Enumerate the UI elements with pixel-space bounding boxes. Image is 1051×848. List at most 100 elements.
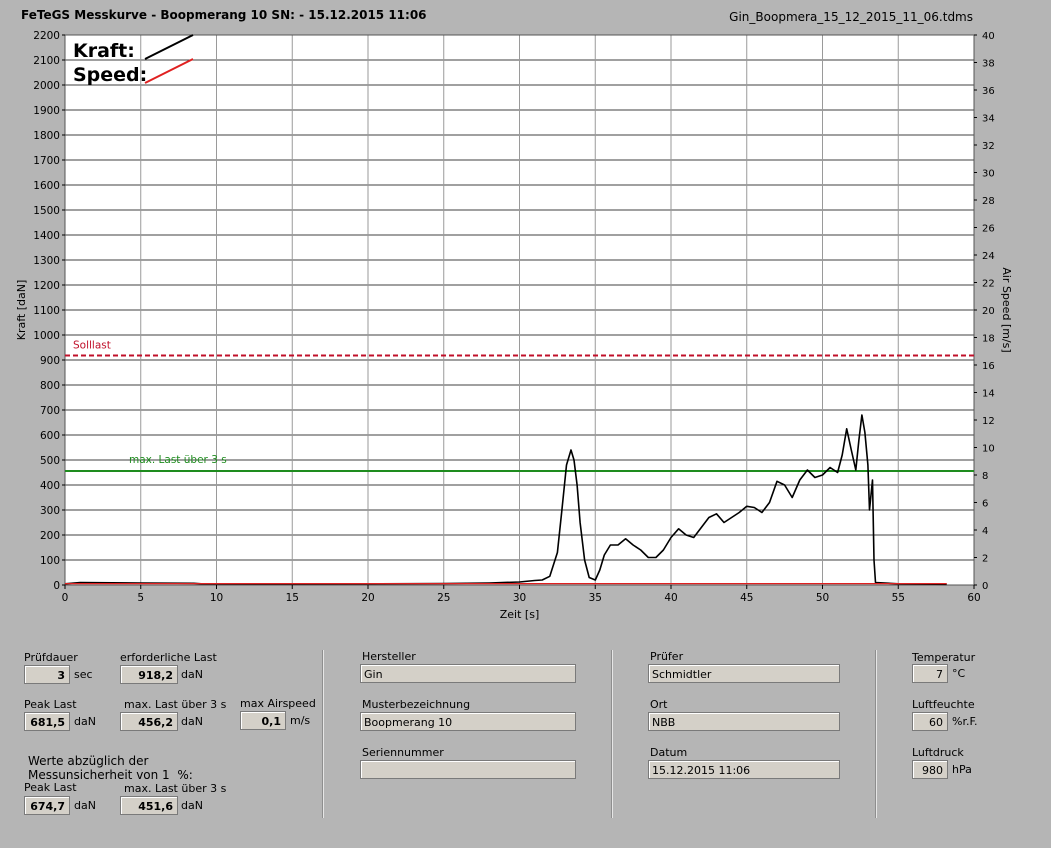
y-tick-label: 2100 xyxy=(33,55,60,67)
peak-last2-field: 674,7 xyxy=(24,796,70,815)
separator xyxy=(611,650,613,818)
max-last-unit: daN xyxy=(181,715,203,728)
erf-last-field: 918,2 xyxy=(120,665,178,684)
y2-tick-label: 24 xyxy=(982,251,995,262)
x-tick-label: 0 xyxy=(62,592,69,604)
uncertainty-note: Werte abzüglich der Messunsicherheit von… xyxy=(28,754,193,782)
y-tick-label: 0 xyxy=(53,580,60,592)
max-airspeed-label: max Airspeed xyxy=(240,697,316,710)
y-tick-label: 200 xyxy=(40,530,60,542)
peak-last-label: Peak Last xyxy=(24,698,77,711)
luftdruck-label: Luftdruck xyxy=(912,746,964,759)
y-tick-label: 300 xyxy=(40,505,60,517)
max-last2-unit: daN xyxy=(181,799,203,812)
x-tick-label: 20 xyxy=(361,592,374,604)
y-tick-label: 1300 xyxy=(33,255,60,267)
y-tick-label: 1600 xyxy=(33,180,60,192)
datum-label: Datum xyxy=(650,746,688,759)
y2-tick-label: 18 xyxy=(982,334,995,345)
y2-tick-label: 28 xyxy=(982,196,995,207)
y2-tick-label: 30 xyxy=(982,169,995,180)
y2-tick-label: 16 xyxy=(982,361,995,372)
x-axis-label: Zeit [s] xyxy=(500,608,539,621)
y2-tick-label: 36 xyxy=(982,86,995,97)
seriennummer-label: Seriennummer xyxy=(362,746,444,759)
luftdruck-unit: hPa xyxy=(952,763,972,776)
y-tick-label: 1100 xyxy=(33,305,60,317)
y-tick-label: 2000 xyxy=(33,80,60,92)
max-last-line-label: max. Last über 3 s xyxy=(129,454,227,466)
y2-tick-label: 2 xyxy=(982,554,988,565)
peak-last2-unit: daN xyxy=(74,799,96,812)
y-axis-label: Kraft [daN] xyxy=(15,280,28,341)
x-tick-label: 5 xyxy=(137,592,144,604)
y2-tick-label: 22 xyxy=(982,279,995,290)
peak-last-unit: daN xyxy=(74,715,96,728)
max-last-label: max. Last über 3 s xyxy=(124,698,227,711)
max-last2-label: max. Last über 3 s xyxy=(124,782,227,795)
erf-last-label: erforderliche Last xyxy=(120,651,217,664)
separator xyxy=(875,650,877,818)
y-tick-label: 100 xyxy=(40,555,60,567)
hersteller-field: Gin xyxy=(360,664,576,683)
y-tick-label: 1200 xyxy=(33,280,60,292)
x-tick-label: 50 xyxy=(816,592,829,604)
max-airspeed-unit: m/s xyxy=(290,714,311,727)
x-tick-label: 30 xyxy=(513,592,526,604)
temperatur-field: 7 xyxy=(912,664,948,683)
y-tick-label: 600 xyxy=(40,430,60,442)
luftfeuchte-unit: %r.F. xyxy=(952,715,978,728)
x-tick-label: 15 xyxy=(286,592,299,604)
y-tick-label: 1400 xyxy=(33,230,60,242)
y-tick-label: 1800 xyxy=(33,130,60,142)
peak-last-field: 681,5 xyxy=(24,712,70,731)
x-tick-label: 55 xyxy=(892,592,905,604)
ort-label: Ort xyxy=(650,698,668,711)
y-tick-label: 1700 xyxy=(33,155,60,167)
y2-tick-label: 12 xyxy=(982,416,995,427)
y2-tick-label: 26 xyxy=(982,224,995,235)
hersteller-label: Hersteller xyxy=(362,650,416,663)
x-tick-label: 25 xyxy=(437,592,450,604)
chart-area: 0100200300400500600700800900100011001200… xyxy=(15,30,1013,621)
luftdruck-field: 980 xyxy=(912,760,948,779)
y2-tick-label: 38 xyxy=(982,59,995,70)
separator xyxy=(322,650,324,818)
ort-field: NBB xyxy=(648,712,840,731)
pruefer-field: Schmidtler xyxy=(648,664,840,683)
y-tick-label: 1000 xyxy=(33,330,60,342)
legend-label: Speed: xyxy=(73,64,147,86)
datum-field: 15.12.2015 11:06 xyxy=(648,760,840,779)
pruefdauer-label: Prüfdauer xyxy=(24,651,78,664)
y2-tick-label: 10 xyxy=(982,444,995,455)
y-tick-label: 900 xyxy=(40,355,60,367)
y-tick-label: 700 xyxy=(40,405,60,417)
x-tick-label: 45 xyxy=(740,592,753,604)
x-tick-label: 40 xyxy=(664,592,677,604)
seriennummer-field xyxy=(360,760,576,779)
pruefdauer-field: 3 xyxy=(24,665,70,684)
erf-last-unit: daN xyxy=(181,668,203,681)
pruefdauer-unit: sec xyxy=(74,668,93,681)
y2-tick-label: 34 xyxy=(982,114,995,125)
y-tick-label: 2200 xyxy=(33,30,60,42)
max-last2-field: 451,6 xyxy=(120,796,178,815)
y2-tick-label: 6 xyxy=(982,499,988,510)
legend-label: Kraft: xyxy=(73,40,135,62)
y-tick-label: 1900 xyxy=(33,105,60,117)
luftfeuchte-label: Luftfeuchte xyxy=(912,698,975,711)
x-tick-label: 35 xyxy=(589,592,602,604)
y2-axis-label: Air Speed [m/s] xyxy=(1000,267,1013,352)
y-tick-label: 1500 xyxy=(33,205,60,217)
x-tick-label: 60 xyxy=(967,592,980,604)
y-tick-label: 400 xyxy=(40,480,60,492)
solllast-label: Solllast xyxy=(73,339,111,351)
y2-tick-label: 40 xyxy=(982,31,995,42)
y-tick-label: 500 xyxy=(40,455,60,467)
y2-tick-label: 14 xyxy=(982,389,995,400)
x-tick-label: 10 xyxy=(210,592,223,604)
musterbezeichnung-label: Musterbezeichnung xyxy=(362,698,471,711)
y-tick-label: 800 xyxy=(40,380,60,392)
temperatur-label: Temperatur xyxy=(912,651,976,664)
luftfeuchte-field: 60 xyxy=(912,712,948,731)
